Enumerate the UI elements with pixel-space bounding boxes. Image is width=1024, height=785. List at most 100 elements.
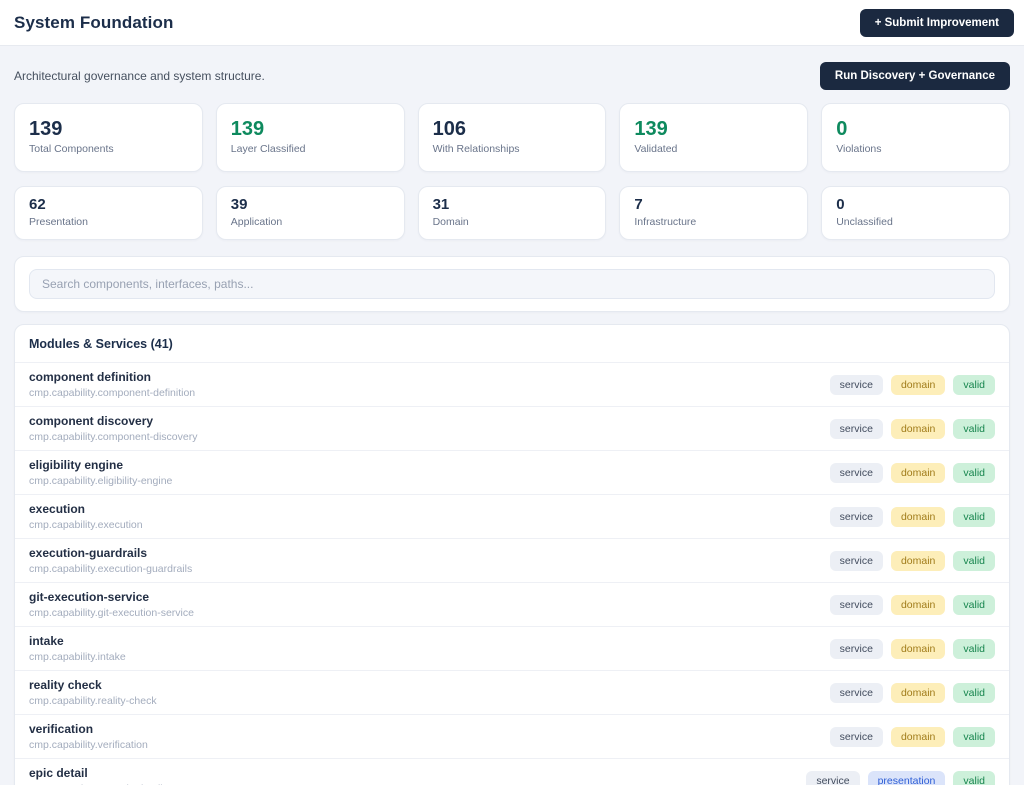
- badge-valid: valid: [953, 638, 995, 659]
- module-badges: service domain valid: [829, 506, 995, 527]
- stat-card: 106 With Relationships: [417, 103, 607, 172]
- badge-valid: valid: [953, 594, 995, 615]
- module-info: component discovery cmp.capability.compo…: [29, 414, 197, 443]
- stat-value: 139: [230, 118, 265, 140]
- module-badges: service domain valid: [829, 594, 995, 615]
- badge-domain: domain: [890, 594, 946, 615]
- module-info: verification cmp.capability.verification: [29, 722, 148, 751]
- module-path: cmp.capability.execution-guardrails: [29, 563, 193, 575]
- module-row[interactable]: intake cmp.capability.intake service doma…: [15, 627, 1009, 671]
- badge-service: service: [829, 418, 883, 439]
- stat-value: 0: [836, 118, 848, 140]
- run-discovery-governance-button[interactable]: Run Discovery + Governance: [819, 62, 1010, 90]
- stat-card: 31 Domain: [417, 186, 607, 240]
- stat-value: 7: [634, 196, 643, 213]
- badge-domain: domain: [890, 682, 946, 703]
- badge-service: service: [829, 594, 883, 615]
- stat-value: 39: [230, 196, 248, 213]
- stat-card: 39 Application: [215, 186, 405, 240]
- stat-value: 31: [432, 196, 450, 213]
- module-info: execution cmp.capability.execution: [29, 502, 143, 531]
- badge-domain: domain: [890, 550, 946, 571]
- module-badges: service domain valid: [829, 638, 995, 659]
- stat-label: Total Components: [29, 143, 114, 155]
- badge-valid: valid: [953, 418, 995, 439]
- stat-card: 139 Layer Classified: [215, 103, 405, 172]
- module-path: cmp.capability.reality-check: [29, 695, 157, 707]
- module-path: cmp.capability.execution: [29, 519, 143, 531]
- module-name: verification: [29, 722, 94, 736]
- module-name: execution-guardrails: [29, 546, 148, 560]
- module-name: epic detail: [29, 766, 88, 780]
- module-row[interactable]: eligibility engine cmp.capability.eligib…: [15, 451, 1009, 495]
- badge-valid: valid: [953, 462, 995, 483]
- badge-service: service: [829, 550, 883, 571]
- module-row[interactable]: reality check cmp.capability.reality-che…: [15, 671, 1009, 715]
- stats-row-secondary: 62 Presentation 39 Application 31 Domain…: [14, 186, 1010, 240]
- stats-row-primary: 139 Total Components 139 Layer Classifie…: [14, 103, 1010, 172]
- module-row[interactable]: execution cmp.capability.execution servi…: [15, 495, 1009, 539]
- stat-value: 139: [634, 118, 668, 140]
- page-description: Architectural governance and system stru…: [14, 69, 265, 83]
- badge-valid: valid: [953, 374, 995, 395]
- module-path: cmp.capability.intake: [29, 651, 126, 663]
- module-row[interactable]: epic detail cmp.control-tower.epic-detai…: [15, 759, 1009, 785]
- stat-label: Violations: [836, 143, 882, 155]
- modules-list: component definition cmp.capability.comp…: [15, 363, 1009, 785]
- page-body: Architectural governance and system stru…: [0, 46, 1024, 785]
- module-badges: service domain valid: [829, 726, 995, 747]
- stat-label: Layer Classified: [230, 143, 306, 155]
- badge-service: service: [829, 462, 883, 483]
- module-name: component definition: [29, 370, 151, 384]
- module-name: intake: [29, 634, 64, 648]
- module-badges: service domain valid: [829, 550, 995, 571]
- module-path: cmp.capability.component-discovery: [29, 431, 198, 443]
- search-input[interactable]: [29, 269, 995, 299]
- badge-valid: valid: [953, 550, 995, 571]
- module-info: component definition cmp.capability.comp…: [29, 370, 195, 399]
- module-row[interactable]: execution-guardrails cmp.capability.exec…: [15, 539, 1009, 583]
- stat-card: 0 Unclassified: [821, 186, 1010, 240]
- badge-service: service: [829, 726, 883, 747]
- stat-card: 139 Total Components: [14, 103, 203, 172]
- stat-value: 106: [432, 118, 466, 140]
- module-name: execution: [29, 502, 86, 516]
- module-badges: service presentation valid: [806, 770, 995, 785]
- badge-domain: domain: [890, 418, 946, 439]
- module-badges: service domain valid: [829, 418, 995, 439]
- stat-card: 62 Presentation: [14, 186, 203, 240]
- module-path: cmp.capability.git-execution-service: [29, 607, 194, 619]
- badge-valid: valid: [953, 506, 995, 527]
- module-path: cmp.capability.eligibility-engine: [29, 475, 173, 487]
- module-name: eligibility engine: [29, 458, 124, 472]
- stat-card: 7 Infrastructure: [619, 186, 809, 240]
- module-row[interactable]: component discovery cmp.capability.compo…: [15, 407, 1009, 451]
- module-row[interactable]: component definition cmp.capability.comp…: [15, 363, 1009, 407]
- subheader: Architectural governance and system stru…: [14, 46, 1010, 103]
- stat-value: 62: [29, 196, 46, 213]
- badge-presentation: presentation: [867, 770, 946, 785]
- stat-card: 0 Violations: [821, 103, 1010, 172]
- module-row[interactable]: verification cmp.capability.verification…: [15, 715, 1009, 759]
- badge-service: service: [829, 682, 883, 703]
- modules-services-card: Modules & Services (41) component defini…: [14, 324, 1010, 785]
- page-title: System Foundation: [14, 12, 174, 32]
- badge-service: service: [829, 638, 883, 659]
- header-bar: System Foundation + Submit Improvement: [0, 0, 1024, 46]
- stat-label: Infrastructure: [634, 216, 697, 228]
- stat-label: Unclassified: [836, 216, 893, 228]
- module-row[interactable]: git-execution-service cmp.capability.git…: [15, 583, 1009, 627]
- badge-service: service: [829, 374, 883, 395]
- badge-domain: domain: [890, 462, 946, 483]
- badge-service: service: [829, 506, 883, 527]
- badge-valid: valid: [953, 726, 995, 747]
- stat-label: Validated: [634, 143, 678, 155]
- badge-domain: domain: [890, 374, 946, 395]
- stat-label: Application: [230, 216, 283, 228]
- badge-valid: valid: [953, 770, 995, 785]
- module-info: git-execution-service cmp.capability.git…: [29, 590, 194, 619]
- module-badges: service domain valid: [829, 462, 995, 483]
- submit-improvement-button[interactable]: + Submit Improvement: [859, 8, 1014, 37]
- module-name: reality check: [29, 678, 102, 692]
- badge-valid: valid: [953, 682, 995, 703]
